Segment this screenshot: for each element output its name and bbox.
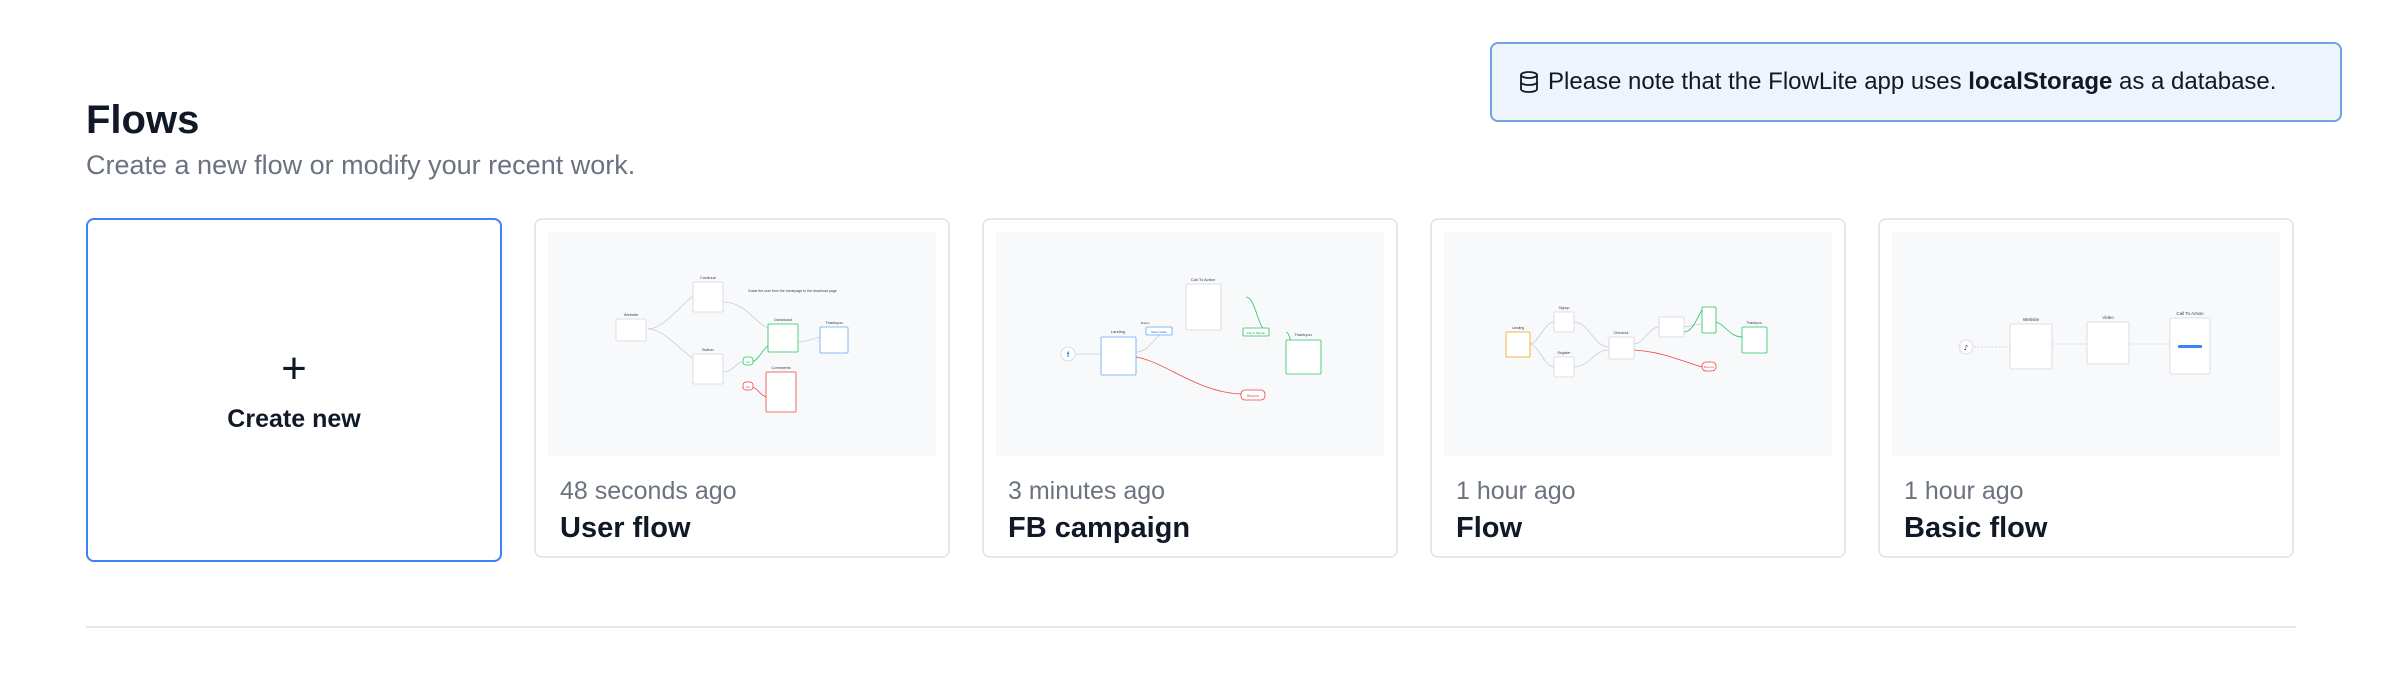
flow-updated-time: 1 hour ago: [1904, 477, 2024, 505]
flow-updated-time: 1 hour ago: [1456, 477, 1576, 505]
flow-name: User flow: [560, 512, 691, 544]
preview-node-label: Landing: [1111, 329, 1125, 334]
create-new-label: Create new: [227, 404, 361, 433]
preview-node-label: Bounce: [1704, 365, 1715, 369]
database-icon: [1518, 70, 1540, 94]
preview-node-label: Thankyou: [1294, 332, 1312, 337]
preview-node-label: Landing: [1512, 326, 1525, 330]
preview-node-label: Call To Action: [2176, 311, 2204, 316]
preview-node-label: Button: [702, 347, 714, 352]
page-title: Flows: [86, 98, 200, 142]
preview-node-label: Video: [2102, 315, 2114, 320]
preview-node-label: Website: [2023, 317, 2040, 322]
notice-text-prefix: Please note that the FlowLite app uses: [1548, 68, 1969, 95]
preview-node-label: Show Video: [1151, 330, 1167, 334]
flow-preview-thumbnail: ♪ Website Video Call To Action: [1892, 232, 2280, 456]
flow-card-flow[interactable]: Landing Signup Register Checkout Thankyo…: [1430, 218, 1846, 558]
preview-node-label: Call To Action: [1191, 277, 1215, 282]
preview-node-label: Comments: [771, 365, 790, 370]
flow-preview-thumbnail: f Landing Call To Action Thankyou Button…: [996, 232, 1384, 456]
preview-node-label: Thankyou: [1746, 321, 1761, 325]
preview-node-label: Website: [624, 312, 639, 317]
flow-name: FB campaign: [1008, 512, 1191, 544]
preview-node-label: Continue: [700, 275, 717, 280]
preview-node-label: Download: [774, 317, 792, 322]
flow-updated-time: 48 seconds ago: [560, 477, 737, 505]
preview-node-label: Signup: [1559, 306, 1570, 310]
preview-node-label: Yes: [746, 360, 751, 364]
preview-node-label: Thankyou: [825, 320, 843, 325]
localstorage-notice: Please note that the FlowLite app uses l…: [1490, 42, 2342, 122]
notice-text-bold: localStorage: [1968, 68, 2113, 95]
flow-card-user-flow[interactable]: Website Continue Download Thankyou Butto…: [534, 218, 950, 558]
page-subtitle: Create a new flow or modify your recent …: [86, 150, 636, 180]
plus-icon: +: [281, 343, 307, 393]
preview-annotation: Guide the user from the homepage to the …: [748, 289, 837, 293]
preview-node-label: No: [746, 385, 750, 389]
flow-updated-time: 3 minutes ago: [1008, 477, 1166, 505]
preview-node-label: Checkout: [1614, 331, 1629, 335]
preview-node-label: Button: [1141, 321, 1150, 325]
create-new-flow-button[interactable]: + Create new: [86, 218, 502, 562]
preview-node-label: Pay & Signup: [1247, 331, 1266, 335]
preview-node-label: Bounce: [1247, 394, 1259, 398]
flow-preview-diagram: ♪ Website Video Call To Action: [1958, 311, 2211, 375]
flow-preview-thumbnail: Landing Signup Register Checkout Thankyo…: [1444, 232, 1832, 456]
notice-text-suffix: as a database.: [2112, 68, 2277, 95]
preview-node-label: Register: [1557, 351, 1571, 355]
flow-card-fb-campaign[interactable]: f Landing Call To Action Thankyou Button…: [982, 218, 1398, 558]
flow-name: Flow: [1456, 512, 1523, 544]
flow-preview-diagram: f Landing Call To Action Thankyou Button…: [1060, 277, 1322, 401]
svg-text:♪: ♪: [1964, 344, 1968, 352]
flow-preview-thumbnail: Website Continue Download Thankyou Butto…: [548, 232, 936, 456]
section-divider: [86, 626, 2296, 628]
flow-name: Basic flow: [1904, 512, 2048, 544]
flow-preview-diagram: Website Continue Download Thankyou Butto…: [615, 275, 849, 413]
flow-preview-diagram: Landing Signup Register Checkout Thankyo…: [1505, 306, 1768, 378]
flow-card-basic-flow[interactable]: ♪ Website Video Call To Action 1 hour ag…: [1878, 218, 2294, 558]
